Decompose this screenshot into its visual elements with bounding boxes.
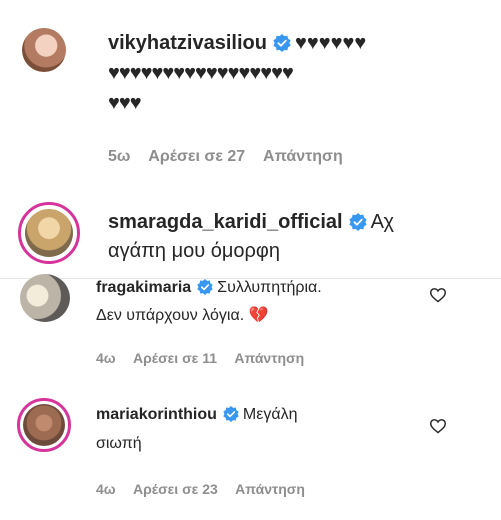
verified-badge-icon (197, 279, 213, 295)
verified-badge-icon (348, 213, 367, 231)
comment-line: smaragda_karidi_official Αχ (108, 211, 394, 234)
likes-count[interactable]: Αρέσει σε 11 (133, 350, 217, 366)
comment-line: mariakorinthiou Μεγάλη (96, 406, 298, 424)
comment-meta: 4ω Αρέσει σε 23 Απάντηση (96, 481, 319, 497)
username[interactable]: vikyhatzivasiliou (108, 32, 267, 54)
comment-line: fragakimaria Συλλυπητήρια. (96, 279, 322, 297)
verified-badge-icon (223, 406, 239, 422)
username[interactable]: mariakorinthiou (96, 406, 217, 423)
comment-meta: 4ω Αρέσει σε 11 Απάντηση (96, 350, 318, 366)
comment-text: Συλλυπητήρια. (217, 279, 322, 296)
reply-button[interactable]: Απάντηση (263, 148, 343, 165)
comment-text: ♥♥♥♥♥♥ (294, 32, 367, 54)
comment-text: Μεγάλη (242, 406, 298, 423)
avatar[interactable] (18, 202, 80, 264)
comment-time[interactable]: 4ω (96, 350, 116, 366)
avatar[interactable] (20, 274, 70, 322)
comment-text: Δεν υπάρχουν λόγια. (96, 307, 249, 324)
comment-text: ♥♥♥ (108, 92, 142, 114)
username[interactable]: fragakimaria (96, 279, 191, 296)
comment-time[interactable]: 5ω (108, 148, 130, 165)
comment-text: Αχ (370, 211, 395, 233)
comment-text: αγάπη μου όμορφη (108, 240, 280, 262)
comment-text: ♥♥♥♥♥♥♥♥♥♥♥♥♥♥♥♥♥ (108, 62, 294, 84)
broken-heart-emoji: 💔 (248, 307, 269, 324)
heart-outline-icon[interactable] (429, 418, 447, 434)
reply-button[interactable]: Απάντηση (235, 481, 305, 497)
avatar[interactable] (17, 398, 71, 452)
heart-outline-icon[interactable] (429, 287, 447, 303)
avatar[interactable] (22, 28, 66, 72)
likes-count[interactable]: Αρέσει σε 23 (133, 481, 218, 497)
verified-badge-icon (273, 34, 291, 52)
comment-meta: 5ω Αρέσει σε 27 Απάντηση (108, 148, 357, 166)
username[interactable]: smaragda_karidi_official (108, 211, 343, 233)
comment-time[interactable]: 4ω (96, 481, 116, 497)
comment-line: Δεν υπάρχουν λόγια. 💔 (96, 305, 269, 325)
comment-line: vikyhatzivasiliou ♥♥♥♥♥♥ (108, 32, 366, 55)
likes-count[interactable]: Αρέσει σε 27 (148, 148, 245, 165)
reply-button[interactable]: Απάντηση (234, 350, 304, 366)
comment-text: σιωπή (96, 435, 142, 452)
